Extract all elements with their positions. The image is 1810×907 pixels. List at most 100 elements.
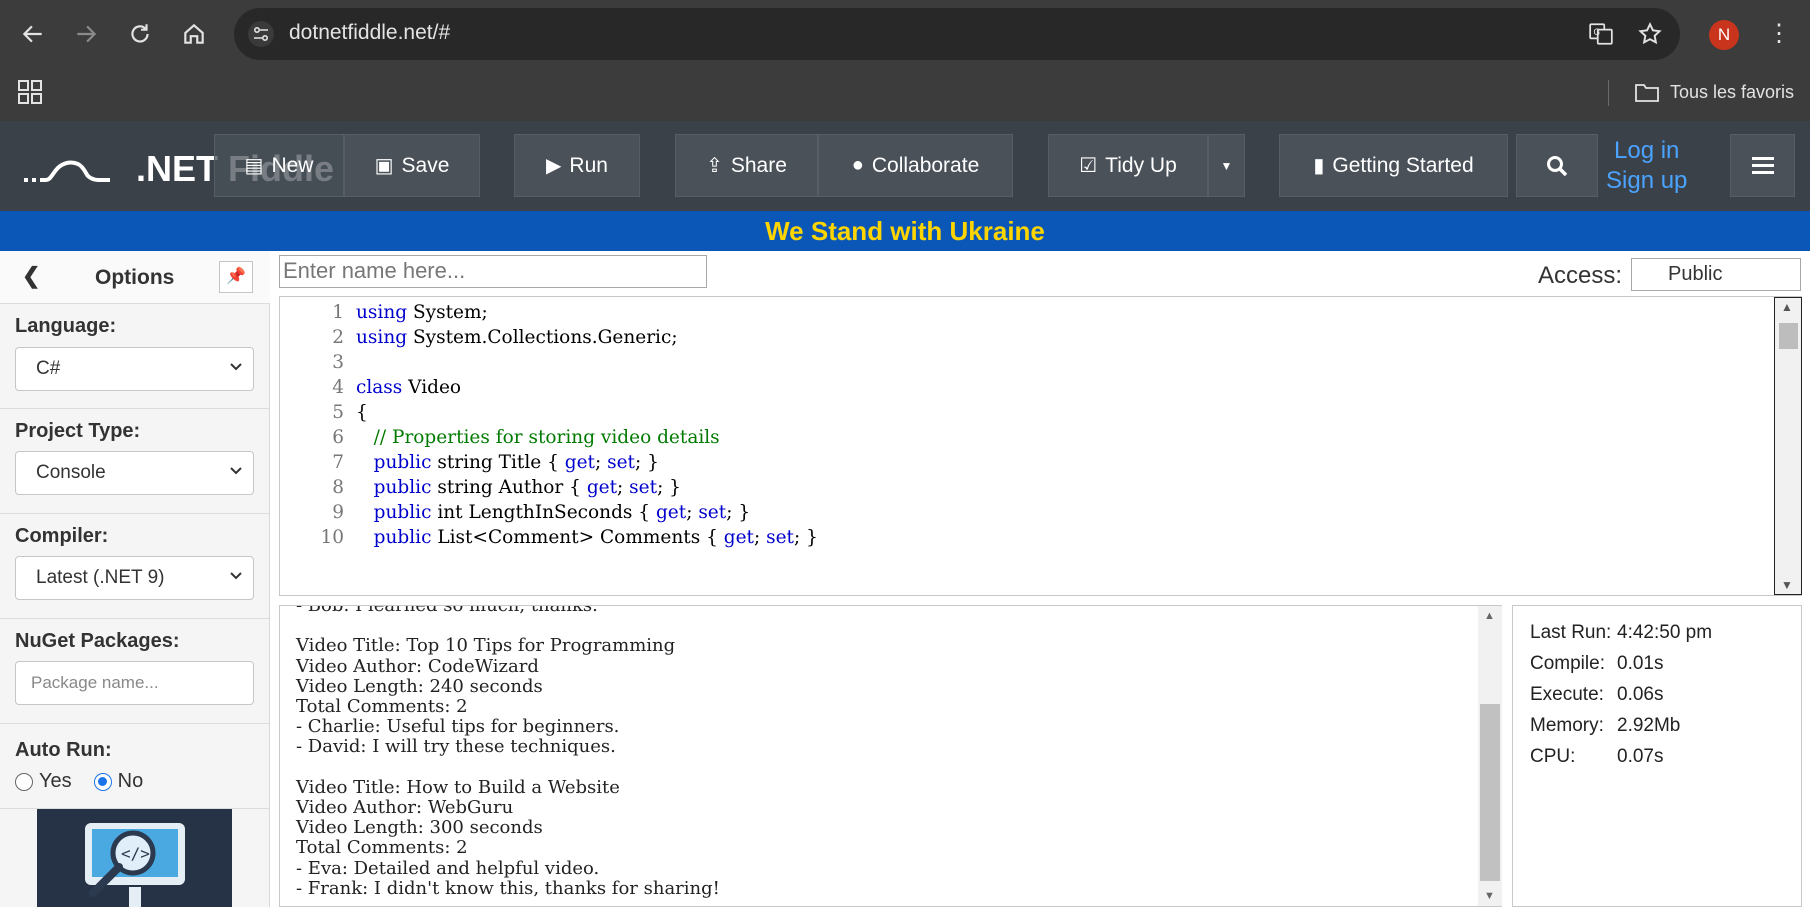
file-icon: ▤ <box>244 155 264 177</box>
project-type-section: Project Type: Console <box>0 409 270 514</box>
ad-image[interactable]: </> <box>37 809 232 907</box>
new-button[interactable]: ▤ New <box>214 134 344 197</box>
stat-value: 2.92Mb <box>1617 715 1681 736</box>
save-icon: ▣ <box>374 155 394 177</box>
share-button[interactable]: ⇪ Share <box>675 134 818 197</box>
language-section: Language: C# <box>0 304 270 409</box>
site-info-icon[interactable] <box>248 21 274 47</box>
compiler-select[interactable]: Latest (.NET 9) <box>15 556 254 600</box>
menu-bar <box>1752 171 1774 174</box>
all-bookmarks-button[interactable]: Tous les favoris <box>1634 77 1794 107</box>
login-link[interactable]: Log in <box>1606 136 1687 166</box>
stat-label: CPU: <box>1530 746 1576 767</box>
code-text[interactable]: // Properties for storing video details <box>356 427 720 448</box>
translate-button[interactable]: G <box>1581 14 1621 54</box>
code-text[interactable]: public List<Comment> Comments { get; set… <box>356 527 818 548</box>
code-text[interactable]: { <box>356 402 368 423</box>
hamburger-menu-button[interactable] <box>1730 134 1795 197</box>
apps-grid-icon[interactable] <box>16 78 44 106</box>
output-scrollbar[interactable]: ▲ ▼ <box>1478 606 1502 906</box>
sidebar-title: Options <box>95 266 175 289</box>
language-value: C# <box>36 358 61 379</box>
collapse-sidebar-icon[interactable]: ❮ <box>22 263 40 289</box>
auto-run-label: Auto Run: <box>15 739 112 761</box>
bookmarks-bar: Tous les favoris <box>0 70 1810 121</box>
auto-run-no-label[interactable]: No <box>118 770 144 793</box>
search-button[interactable] <box>1516 134 1598 197</box>
scroll-up-icon[interactable]: ▲ <box>1781 300 1793 314</box>
code-text[interactable]: public int LengthInSeconds { get; set; } <box>356 502 750 523</box>
collaborate-label: Collaborate <box>871 153 980 177</box>
stat-label: Memory: <box>1530 715 1604 736</box>
code-text[interactable]: using System.Collections.Generic; <box>356 327 678 348</box>
language-select[interactable]: C# <box>15 347 254 391</box>
fiddle-name-input[interactable]: Enter name here... <box>279 255 707 288</box>
getting-started-button[interactable]: ▮ Getting Started <box>1279 134 1508 197</box>
line-number: 3 <box>332 352 344 373</box>
auto-run-yes-radio[interactable] <box>15 772 33 791</box>
auto-run-no-radio[interactable] <box>93 772 112 791</box>
tidy-up-dropdown[interactable]: ▼ <box>1208 134 1245 197</box>
url-text[interactable]: dotnetfiddle.net/# <box>289 21 450 45</box>
auto-run-yes-label[interactable]: Yes <box>39 770 72 793</box>
compiler-value: Latest (.NET 9) <box>36 567 165 588</box>
star-icon <box>1638 22 1662 45</box>
stat-value: 0.01s <box>1617 653 1664 674</box>
nuget-package-input[interactable]: Package name... <box>15 661 254 705</box>
line-number: 1 <box>332 302 344 323</box>
editor-scroll-thumb[interactable] <box>1779 323 1798 349</box>
forward-button[interactable] <box>66 14 106 54</box>
stat-label: Execute: <box>1530 684 1604 705</box>
back-button[interactable] <box>13 14 53 54</box>
access-select[interactable]: Public <box>1631 258 1801 291</box>
all-bookmarks-label: Tous les favoris <box>1670 81 1795 102</box>
tidy-up-button[interactable]: ☑ Tidy Up <box>1048 134 1208 197</box>
editor-scrollbar[interactable]: ▲ ▼ <box>1774 297 1802 595</box>
share-label: Share <box>730 153 787 177</box>
scroll-up-icon[interactable]: ▲ <box>1484 610 1495 622</box>
code-text[interactable]: public string Title { get; set; } <box>356 452 659 473</box>
bookmarks-divider <box>1608 80 1609 106</box>
profile-avatar[interactable]: N <box>1709 20 1739 50</box>
output-console: - Bob: I learned so much, thanks. Video T… <box>279 605 1502 907</box>
code-editor[interactable]: 1 using System; 2 using System.Collections.… <box>279 296 1802 596</box>
ukraine-banner[interactable]: We Stand with Ukraine <box>0 211 1810 251</box>
save-label: Save <box>401 153 450 177</box>
code-text[interactable]: class Video <box>356 377 461 398</box>
output-line: Total Comments: 2 <box>296 696 468 717</box>
browser-chrome: dotnetfiddle.net/# G N ⋮ Tous les favori… <box>0 0 1810 121</box>
caret-down-icon: ▼ <box>1220 158 1233 173</box>
run-button[interactable]: ▶ Run <box>514 134 640 197</box>
arrow-left-icon <box>22 25 42 43</box>
stat-value: 0.06s <box>1617 684 1664 705</box>
auto-run-options: Yes No <box>15 770 143 793</box>
stat-execute: Execute: 0.06s <box>1530 684 1663 706</box>
browser-menu-icon[interactable]: ⋮ <box>1764 14 1794 54</box>
stat-compile: Compile: 0.01s <box>1530 653 1663 675</box>
project-type-select[interactable]: Console <box>15 451 254 495</box>
stat-value: 4:42:50 pm <box>1617 622 1713 643</box>
collaborate-button[interactable]: ● Collaborate <box>818 134 1013 197</box>
svg-text:</>: </> <box>121 844 150 863</box>
output-scroll-thumb[interactable] <box>1480 704 1500 881</box>
chevron-down-icon <box>230 467 242 475</box>
save-button[interactable]: ▣ Save <box>344 134 480 197</box>
tidy-up-label: Tidy Up <box>1105 153 1177 177</box>
stat-cpu: CPU: 0.07s <box>1530 746 1663 768</box>
bookmark-star-button[interactable] <box>1630 14 1670 54</box>
signup-link[interactable]: Sign up <box>1606 166 1687 196</box>
address-bar[interactable]: dotnetfiddle.net/# <box>234 8 1680 60</box>
home-button[interactable] <box>174 14 214 54</box>
book-icon: ▮ <box>1313 155 1325 177</box>
reload-button[interactable] <box>120 14 160 54</box>
code-line[interactable]: 10 public List<Comment> Comments { get; … <box>280 527 1770 556</box>
language-label: Language: <box>15 315 117 337</box>
line-number: 8 <box>332 477 344 498</box>
new-label: New <box>271 153 314 177</box>
scroll-down-icon[interactable]: ▼ <box>1781 578 1793 592</box>
scroll-down-icon[interactable]: ▼ <box>1484 890 1495 902</box>
pin-icon[interactable]: 📌 <box>219 261 253 293</box>
code-text[interactable]: public string Author { get; set; } <box>356 477 681 498</box>
code-text[interactable]: using System; <box>356 302 488 323</box>
folder-icon <box>1635 84 1659 102</box>
